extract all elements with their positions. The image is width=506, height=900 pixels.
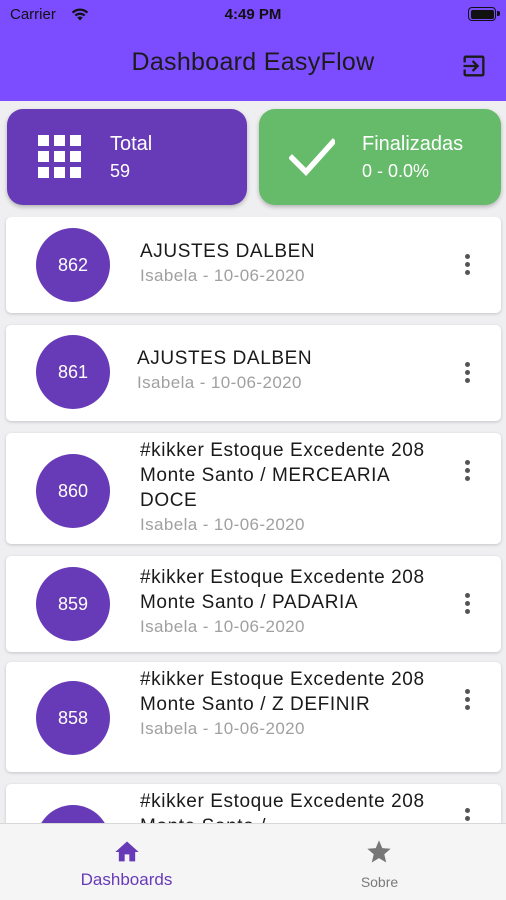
flow-title: #kikker Estoque Excedente 208 Monte Sant… [140,567,425,613]
star-icon [367,840,391,863]
flow-subtitle: Isabela - 10-06-2020 [140,719,305,738]
flow-title: #kikker Estoque Excedente 208 Monte Sant… [140,440,425,511]
list-item[interactable]: 859 #kikker Estoque Excedente 208 Monte … [6,556,501,652]
bottom-navigation: Dashboards Sobre [0,823,506,900]
flow-title: AJUSTES DALBEN [137,348,313,369]
more-vert-icon[interactable] [457,591,477,617]
list-item[interactable]: 860 #kikker Estoque Excedente 208 Monte … [6,433,501,544]
more-vert-icon[interactable] [457,360,477,386]
flow-number-badge: 861 [36,335,110,409]
more-vert-icon[interactable] [457,687,477,713]
total-card[interactable]: Total 59 [7,109,247,205]
list-item[interactable]: 858 #kikker Estoque Excedente 208 Monte … [6,662,501,772]
flow-list: 862 AJUSTES DALBEN Isabela - 10-06-2020 … [0,217,506,823]
list-item[interactable]: 861 AJUSTES DALBEN Isabela - 10-06-2020 [6,325,501,421]
flow-subtitle: Isabela - 10-06-2020 [137,373,302,392]
flow-number-badge [36,805,110,823]
list-item[interactable]: #kikker Estoque Excedente 208 Monte Sant… [6,784,501,823]
page-title: Dashboard EasyFlow [131,48,375,76]
flow-number-badge: 862 [36,228,110,302]
tab-about[interactable]: Sobre [253,824,506,900]
flow-title: #kikker Estoque Excedente 208 Monte Sant… [140,669,425,715]
finished-value: 0 - 0.0% [362,161,430,181]
tab-about-label: Sobre [360,874,399,890]
flow-subtitle: Isabela - 10-06-2020 [140,266,305,285]
grid-icon [38,135,81,178]
flow-number-badge: 859 [36,567,110,641]
flow-number-badge: 860 [36,454,110,528]
status-bar: Carrier 4:49 PM [0,0,506,30]
clock: 4:49 PM [224,6,282,23]
app-header: Carrier 4:49 PM Dashboard EasyFlow [0,0,506,101]
flow-title: #kikker Estoque Excedente 208 Monte Sant… [140,791,425,823]
flow-subtitle: Isabela - 10-06-2020 [140,617,305,636]
logout-icon[interactable] [460,52,488,80]
total-label: Total [110,133,153,155]
home-icon [115,841,139,862]
tab-dashboards-label: Dashboards [80,870,173,889]
tab-dashboards[interactable]: Dashboards [0,824,253,900]
more-vert-icon[interactable] [457,458,477,484]
more-vert-icon[interactable] [457,806,477,823]
list-item[interactable]: 862 AJUSTES DALBEN Isabela - 10-06-2020 [6,217,501,313]
flow-subtitle: Isabela - 10-06-2020 [140,515,305,534]
total-value: 59 [110,161,131,181]
flow-number-badge: 858 [36,681,110,755]
finished-label: Finalizadas [362,133,464,155]
finished-card[interactable]: Finalizadas 0 - 0.0% [259,109,501,205]
more-vert-icon[interactable] [457,252,477,278]
check-icon [289,138,335,176]
flow-title: AJUSTES DALBEN [140,241,316,262]
battery-icon [468,7,500,21]
